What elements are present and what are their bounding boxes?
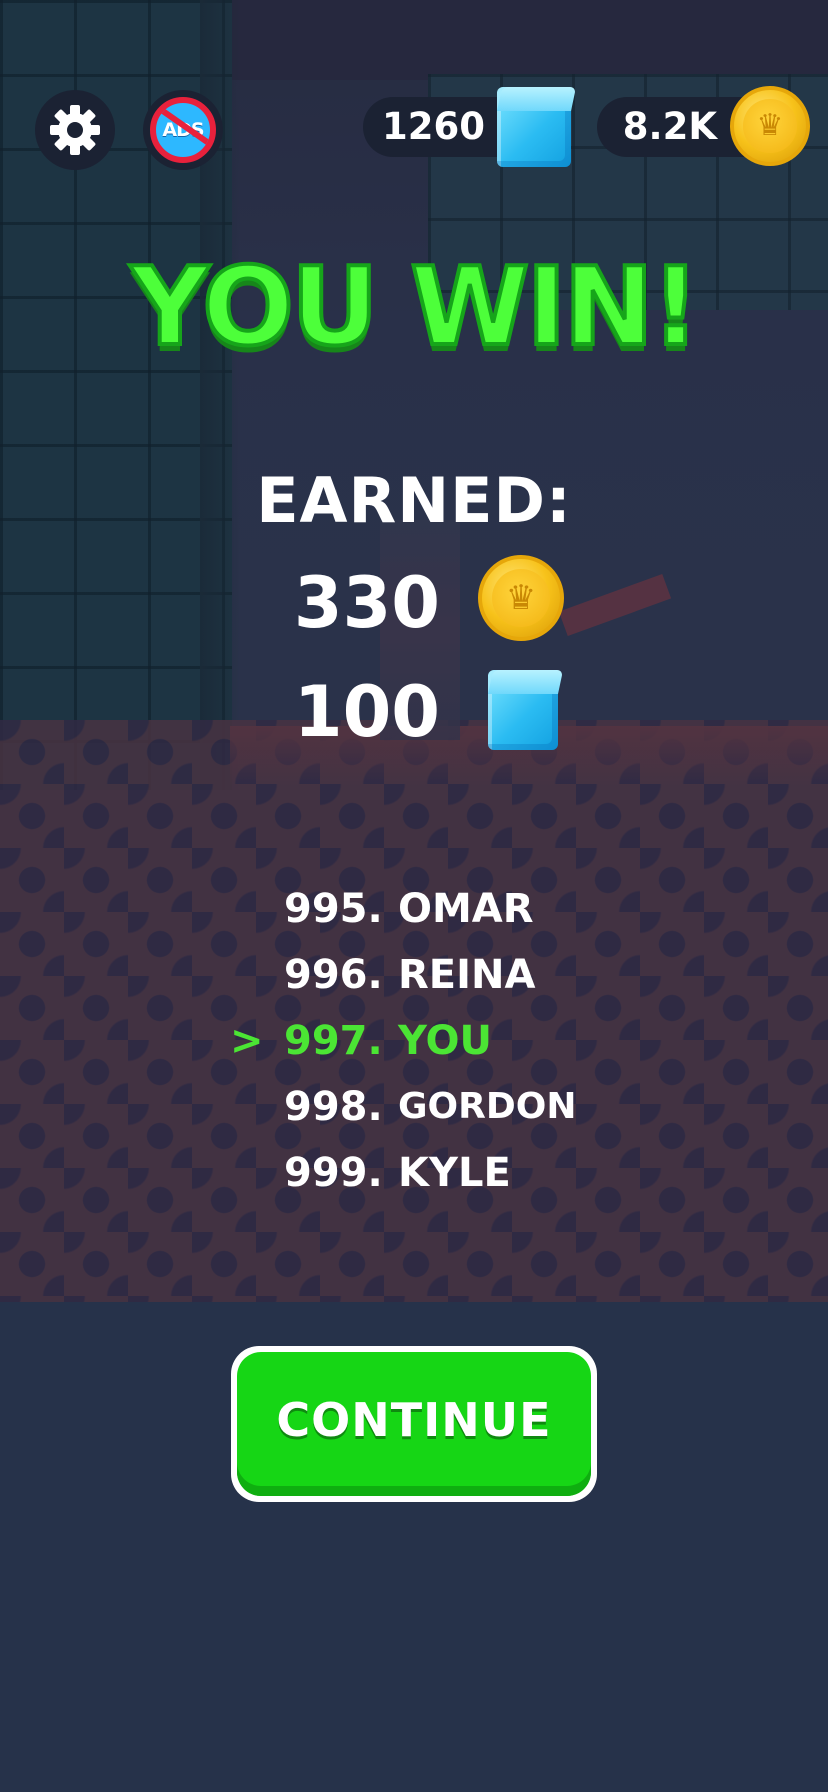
- leaderboard-row: 999. KYLE: [230, 1140, 650, 1206]
- earned-label: EARNED:: [256, 464, 572, 537]
- earned-gems-row: 100: [250, 664, 580, 754]
- leaderboard-row: 995. OMAR: [230, 876, 650, 942]
- gem-icon: [488, 670, 564, 750]
- leaderboard-rank: 997.: [284, 1018, 383, 1064]
- leaderboard-row: 996. REINA: [230, 942, 650, 1008]
- gem-count: 1260: [382, 105, 485, 148]
- leaderboard-rank: 995.: [284, 886, 383, 932]
- win-title: YOU WIN!: [129, 243, 702, 372]
- earned-coins-row: 330 ♛: [250, 555, 580, 645]
- no-ads-button[interactable]: ADS: [143, 90, 223, 170]
- coin-icon: ♛: [478, 555, 564, 641]
- earned-gems-value: 100: [293, 671, 440, 753]
- gem-icon: [497, 87, 577, 167]
- leaderboard-rank: 996.: [284, 952, 383, 998]
- continue-button[interactable]: CONTINUE: [237, 1352, 591, 1496]
- leaderboard-row: 998. GORDON: [230, 1074, 650, 1140]
- leaderboard-name: OMAR: [398, 886, 534, 932]
- crown-icon: ♛: [505, 578, 537, 618]
- leaderboard-name: REINA: [398, 952, 536, 998]
- leaderboard-rank: 998.: [284, 1084, 383, 1130]
- crown-icon: ♛: [756, 107, 784, 143]
- leaderboard: 995. OMAR 996. REINA > 997. YOU 998. GOR…: [230, 876, 650, 1206]
- leaderboard-name: KYLE: [398, 1150, 511, 1196]
- continue-button-frame: CONTINUE: [231, 1346, 597, 1502]
- coin-count: 8.2K: [622, 105, 717, 148]
- gear-icon: [50, 105, 100, 155]
- no-ads-icon: ADS: [150, 97, 216, 163]
- leaderboard-rank: 999.: [284, 1150, 383, 1196]
- settings-button[interactable]: [35, 90, 115, 170]
- leaderboard-row-current-player: > 997. YOU: [230, 1008, 650, 1074]
- coin-icon: ♛: [730, 86, 810, 166]
- leaderboard-name: GORDON: [398, 1086, 577, 1127]
- leaderboard-name: YOU: [398, 1018, 493, 1064]
- current-player-marker: >: [230, 1018, 264, 1064]
- earned-coins-value: 330: [293, 562, 440, 644]
